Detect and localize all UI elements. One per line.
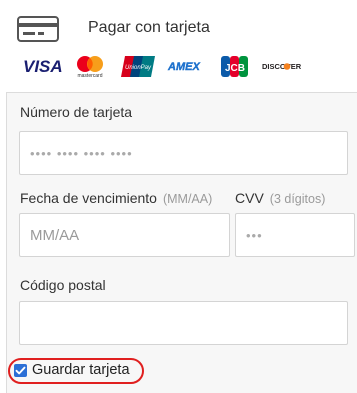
amex-logo: AMEX (167, 61, 201, 73)
save-card-label[interactable]: Guardar tarjeta (32, 362, 130, 378)
card-number-label: Número de tarjeta (20, 104, 133, 120)
visa-logo-text: VISA (23, 57, 63, 76)
credit-card-icon (17, 16, 59, 42)
cvv-label: CVV (3 dígitos) (235, 190, 325, 206)
discover-logo: DISCOVER (262, 62, 302, 71)
mastercard-logo-text: mastercard (77, 73, 102, 77)
amex-logo-text: AMEX (167, 61, 200, 73)
expiry-placeholder: MM/AA (30, 226, 80, 244)
cvv-hint: (3 dígitos) (269, 192, 326, 206)
cvv-label-text: CVV (235, 190, 264, 206)
save-card-checkbox[interactable] (14, 364, 27, 377)
discover-logo-text: DISCOVER (262, 62, 302, 71)
visa-logo: VISA (23, 57, 63, 76)
card-number-placeholder: •••• •••• •••• •••• (30, 145, 133, 161)
page-title: Pagar con tarjeta (88, 19, 210, 36)
cvv-field[interactable]: ••• (235, 213, 355, 257)
expiry-hint: (MM/AA) (162, 192, 213, 206)
mastercard-logo: mastercard (77, 56, 103, 77)
expiry-label: Fecha de vencimiento (MM/AA) (20, 190, 212, 206)
postal-code-field[interactable] (19, 301, 348, 345)
postal-label: Código postal (20, 277, 106, 293)
cvv-placeholder: ••• (246, 227, 263, 243)
jcb-logo: JCB (221, 56, 248, 77)
expiry-label-text: Fecha de vencimiento (20, 190, 157, 206)
checkmark-icon (15, 366, 26, 375)
card-number-field[interactable]: •••• •••• •••• •••• (19, 131, 348, 175)
jcb-logo-text: JCB (225, 63, 245, 74)
payment-header: Pagar con tarjeta VISA mastercard UnionP… (0, 0, 357, 92)
expiry-field[interactable]: MM/AA (19, 213, 230, 257)
unionpay-logo-text: UnionPay (125, 65, 152, 71)
unionpay-logo: UnionPay (121, 56, 155, 77)
card-form-panel: Número de tarjeta •••• •••• •••• •••• Fe… (6, 92, 357, 393)
save-card-highlight: Guardar tarjeta (8, 358, 144, 384)
